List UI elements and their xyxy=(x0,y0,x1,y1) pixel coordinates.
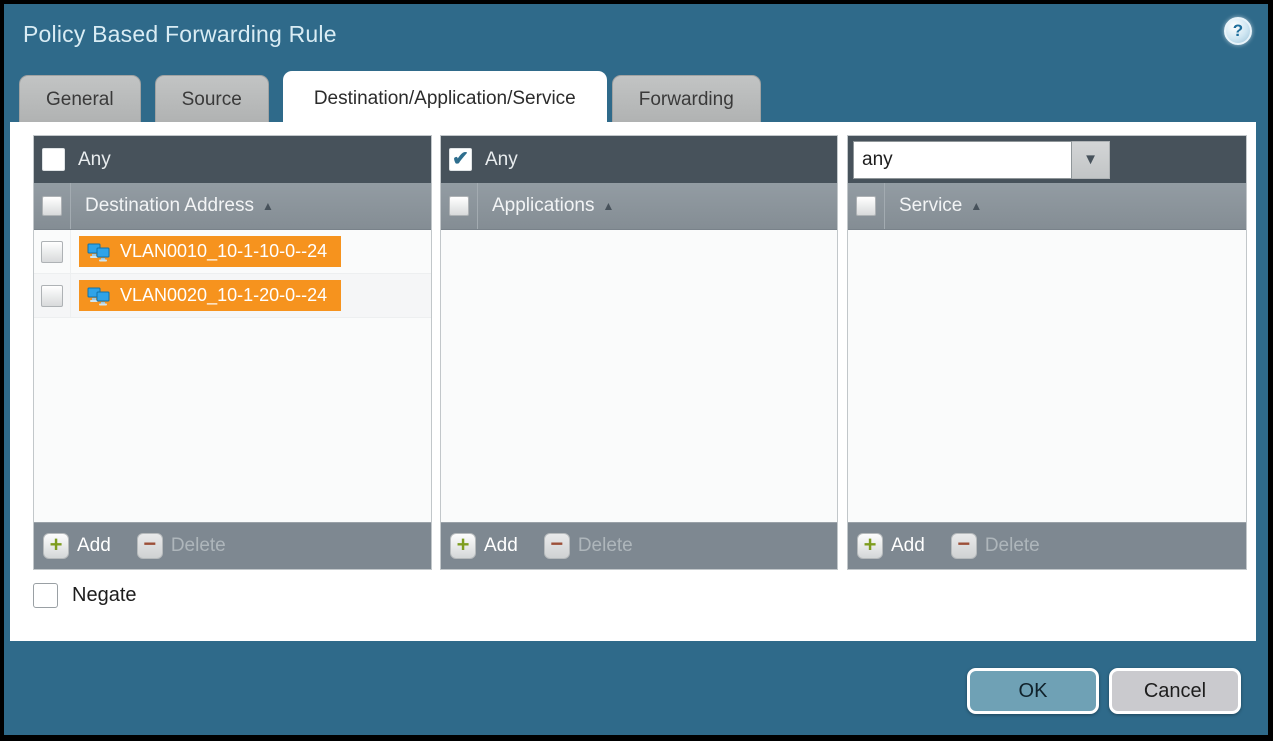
applications-any-bar: ✔ Any xyxy=(441,136,837,183)
destination-footer: + Add − Delete xyxy=(34,522,431,569)
applications-header-label: Applications xyxy=(492,195,594,217)
service-header-label: Service xyxy=(899,195,962,217)
dialog-title: Policy Based Forwarding Rule xyxy=(23,21,337,48)
applications-list xyxy=(441,230,837,522)
list-item[interactable]: VLAN0020_10-1-20-0--24 xyxy=(34,274,431,318)
destination-add-button[interactable]: + Add xyxy=(43,533,111,559)
delete-icon: − xyxy=(951,533,977,559)
negate-label: Negate xyxy=(72,584,137,607)
destination-delete-button[interactable]: − Delete xyxy=(137,533,226,559)
destination-header-label: Destination Address xyxy=(85,195,254,217)
destination-any-label: Any xyxy=(78,149,111,171)
service-dropdown-bar: ▼ xyxy=(848,136,1246,183)
applications-delete-button[interactable]: − Delete xyxy=(544,533,633,559)
tab-source[interactable]: Source xyxy=(155,75,269,123)
add-button-label: Add xyxy=(77,535,111,557)
service-select-all-checkbox[interactable] xyxy=(856,196,876,216)
address-object-chip[interactable]: VLAN0010_10-1-10-0--24 xyxy=(79,236,341,267)
service-delete-button[interactable]: − Delete xyxy=(951,533,1040,559)
negate-checkbox[interactable] xyxy=(33,583,58,608)
address-object-label: VLAN0020_10-1-20-0--24 xyxy=(120,285,327,306)
service-select-all-cell xyxy=(848,183,885,229)
tab-general[interactable]: General xyxy=(19,75,141,123)
sort-asc-icon[interactable]: ▲ xyxy=(970,199,982,213)
destination-any-checkbox[interactable] xyxy=(42,148,65,171)
policy-forwarding-dialog: Policy Based Forwarding Rule ? General S… xyxy=(4,4,1268,735)
destination-any-bar: Any xyxy=(34,136,431,183)
ok-button[interactable]: OK xyxy=(967,668,1099,714)
add-icon: + xyxy=(857,533,883,559)
tab-destination-application-service[interactable]: Destination/Application/Service xyxy=(283,71,607,123)
delete-icon: − xyxy=(544,533,570,559)
destination-address-panel: Any Destination Address ▲ xyxy=(33,135,432,570)
tab-bar: General Source Destination/Application/S… xyxy=(15,66,761,123)
tab-forwarding[interactable]: Forwarding xyxy=(612,75,761,123)
service-list xyxy=(848,230,1246,522)
sort-asc-icon[interactable]: ▲ xyxy=(602,199,614,213)
add-button-label: Add xyxy=(484,535,518,557)
help-icon: ? xyxy=(1233,21,1243,41)
checkmark-icon: ✔ xyxy=(452,149,469,169)
row-checkbox-cell xyxy=(34,230,71,273)
negate-option[interactable]: Negate xyxy=(33,583,137,608)
service-panel: ▼ Service ▲ + Add xyxy=(847,135,1247,570)
service-add-button[interactable]: + Add xyxy=(857,533,925,559)
row-checkbox-cell xyxy=(34,274,71,317)
service-dropdown: ▼ xyxy=(853,141,1110,179)
applications-panel: ✔ Any Applications ▲ + Add xyxy=(440,135,838,570)
chevron-down-icon: ▼ xyxy=(1083,151,1098,168)
row-checkbox[interactable] xyxy=(41,285,63,307)
applications-footer: + Add − Delete xyxy=(441,522,837,569)
add-button-label: Add xyxy=(891,535,925,557)
applications-any-label: Any xyxy=(485,149,518,171)
address-object-chip[interactable]: VLAN0020_10-1-20-0--24 xyxy=(79,280,341,311)
tab-content: Any Destination Address ▲ xyxy=(10,122,1256,641)
network-address-icon xyxy=(87,242,111,262)
destination-column-header[interactable]: Destination Address ▲ xyxy=(34,183,431,230)
destination-select-all-cell xyxy=(34,183,71,229)
service-footer: + Add − Delete xyxy=(848,522,1246,569)
destination-select-all-checkbox[interactable] xyxy=(42,196,62,216)
service-dropdown-input[interactable] xyxy=(853,141,1072,179)
cancel-button[interactable]: Cancel xyxy=(1109,668,1241,714)
service-dropdown-button[interactable]: ▼ xyxy=(1072,141,1110,179)
delete-icon: − xyxy=(137,533,163,559)
applications-select-all-checkbox[interactable] xyxy=(449,196,469,216)
applications-select-all-cell xyxy=(441,183,478,229)
delete-button-label: Delete xyxy=(578,535,633,557)
list-item[interactable]: VLAN0010_10-1-10-0--24 xyxy=(34,230,431,274)
address-object-label: VLAN0010_10-1-10-0--24 xyxy=(120,241,327,262)
delete-button-label: Delete xyxy=(985,535,1040,557)
help-button[interactable]: ? xyxy=(1224,17,1252,45)
delete-button-label: Delete xyxy=(171,535,226,557)
add-icon: + xyxy=(43,533,69,559)
applications-any-checkbox[interactable]: ✔ xyxy=(449,148,472,171)
network-address-icon xyxy=(87,286,111,306)
add-icon: + xyxy=(450,533,476,559)
sort-asc-icon[interactable]: ▲ xyxy=(262,199,274,213)
dialog-frame: Policy Based Forwarding Rule ? General S… xyxy=(0,0,1273,741)
destination-list: VLAN0010_10-1-10-0--24 xyxy=(34,230,431,522)
service-column-header[interactable]: Service ▲ xyxy=(848,183,1246,230)
applications-add-button[interactable]: + Add xyxy=(450,533,518,559)
row-checkbox[interactable] xyxy=(41,241,63,263)
applications-column-header[interactable]: Applications ▲ xyxy=(441,183,837,230)
